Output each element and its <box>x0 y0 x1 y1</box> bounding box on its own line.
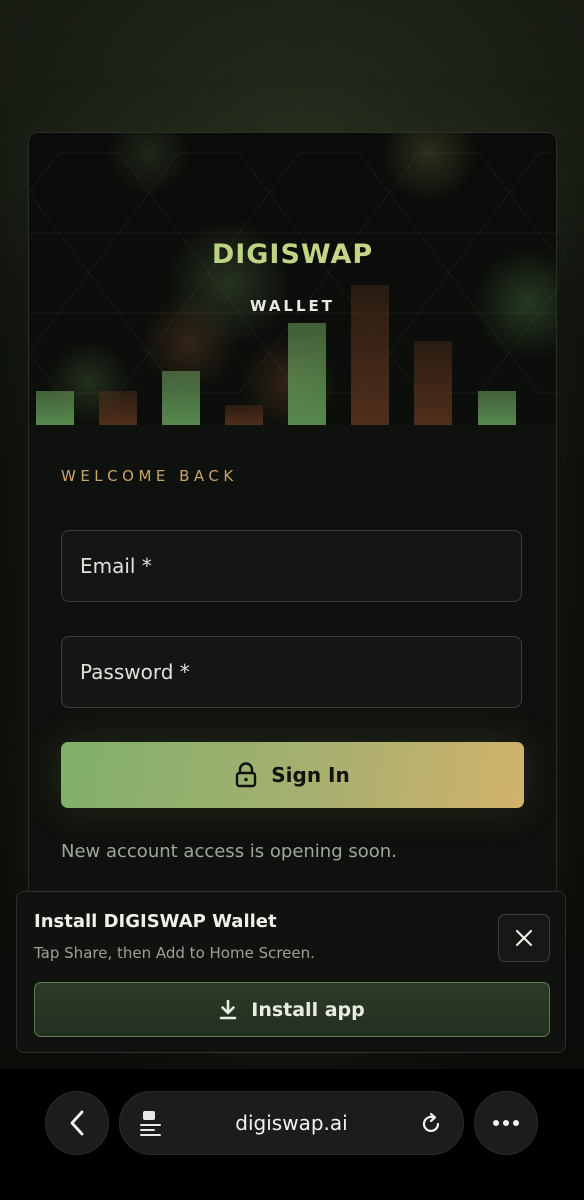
lock-icon <box>236 762 257 788</box>
brand-name: DIGISWAP <box>29 239 556 270</box>
reload-icon[interactable] <box>419 1112 443 1136</box>
close-icon <box>515 929 533 947</box>
hero-banner: DIGISWAP WALLET <box>29 133 556 425</box>
install-description: Tap Share, then Add to Home Screen. <box>34 944 315 962</box>
more-icon <box>493 1120 519 1126</box>
decor-bar <box>478 391 516 425</box>
close-button[interactable] <box>498 914 550 962</box>
back-button[interactable] <box>45 1091 109 1155</box>
decor-bar <box>414 341 452 425</box>
install-banner: Install DIGISWAP Wallet Tap Share, then … <box>16 891 566 1053</box>
sign-in-label: Sign In <box>271 763 350 787</box>
decor-bar <box>225 405 263 425</box>
more-button[interactable] <box>474 1091 538 1155</box>
chevron-left-icon <box>70 1110 84 1136</box>
install-app-label: Install app <box>251 998 365 1021</box>
browser-toolbar: digiswap.ai <box>0 1069 584 1200</box>
decor-bar <box>288 323 326 425</box>
brand-subtitle: WALLET <box>249 297 336 315</box>
password-field[interactable]: Password * <box>61 636 522 708</box>
decor-bar <box>36 391 74 425</box>
decor-bar <box>99 391 137 425</box>
install-app-button[interactable]: Install app <box>34 982 550 1037</box>
url-text: digiswap.ai <box>235 1111 348 1135</box>
decor-bar <box>162 371 200 425</box>
install-title: Install DIGISWAP Wallet <box>34 911 277 932</box>
sign-in-button[interactable]: Sign In <box>61 742 524 808</box>
welcome-heading: WELCOME BACK <box>61 467 238 485</box>
decorative-bars <box>29 265 556 425</box>
password-label: Password * <box>80 660 190 684</box>
new-account-note: New account access is opening soon. <box>61 841 397 862</box>
email-label: Email * <box>80 554 152 578</box>
address-bar[interactable]: digiswap.ai <box>119 1091 464 1155</box>
email-field[interactable]: Email * <box>61 530 522 602</box>
download-icon <box>219 999 237 1019</box>
login-card: DIGISWAP WALLET WELCOME BACK Email * Pas… <box>28 132 557 914</box>
